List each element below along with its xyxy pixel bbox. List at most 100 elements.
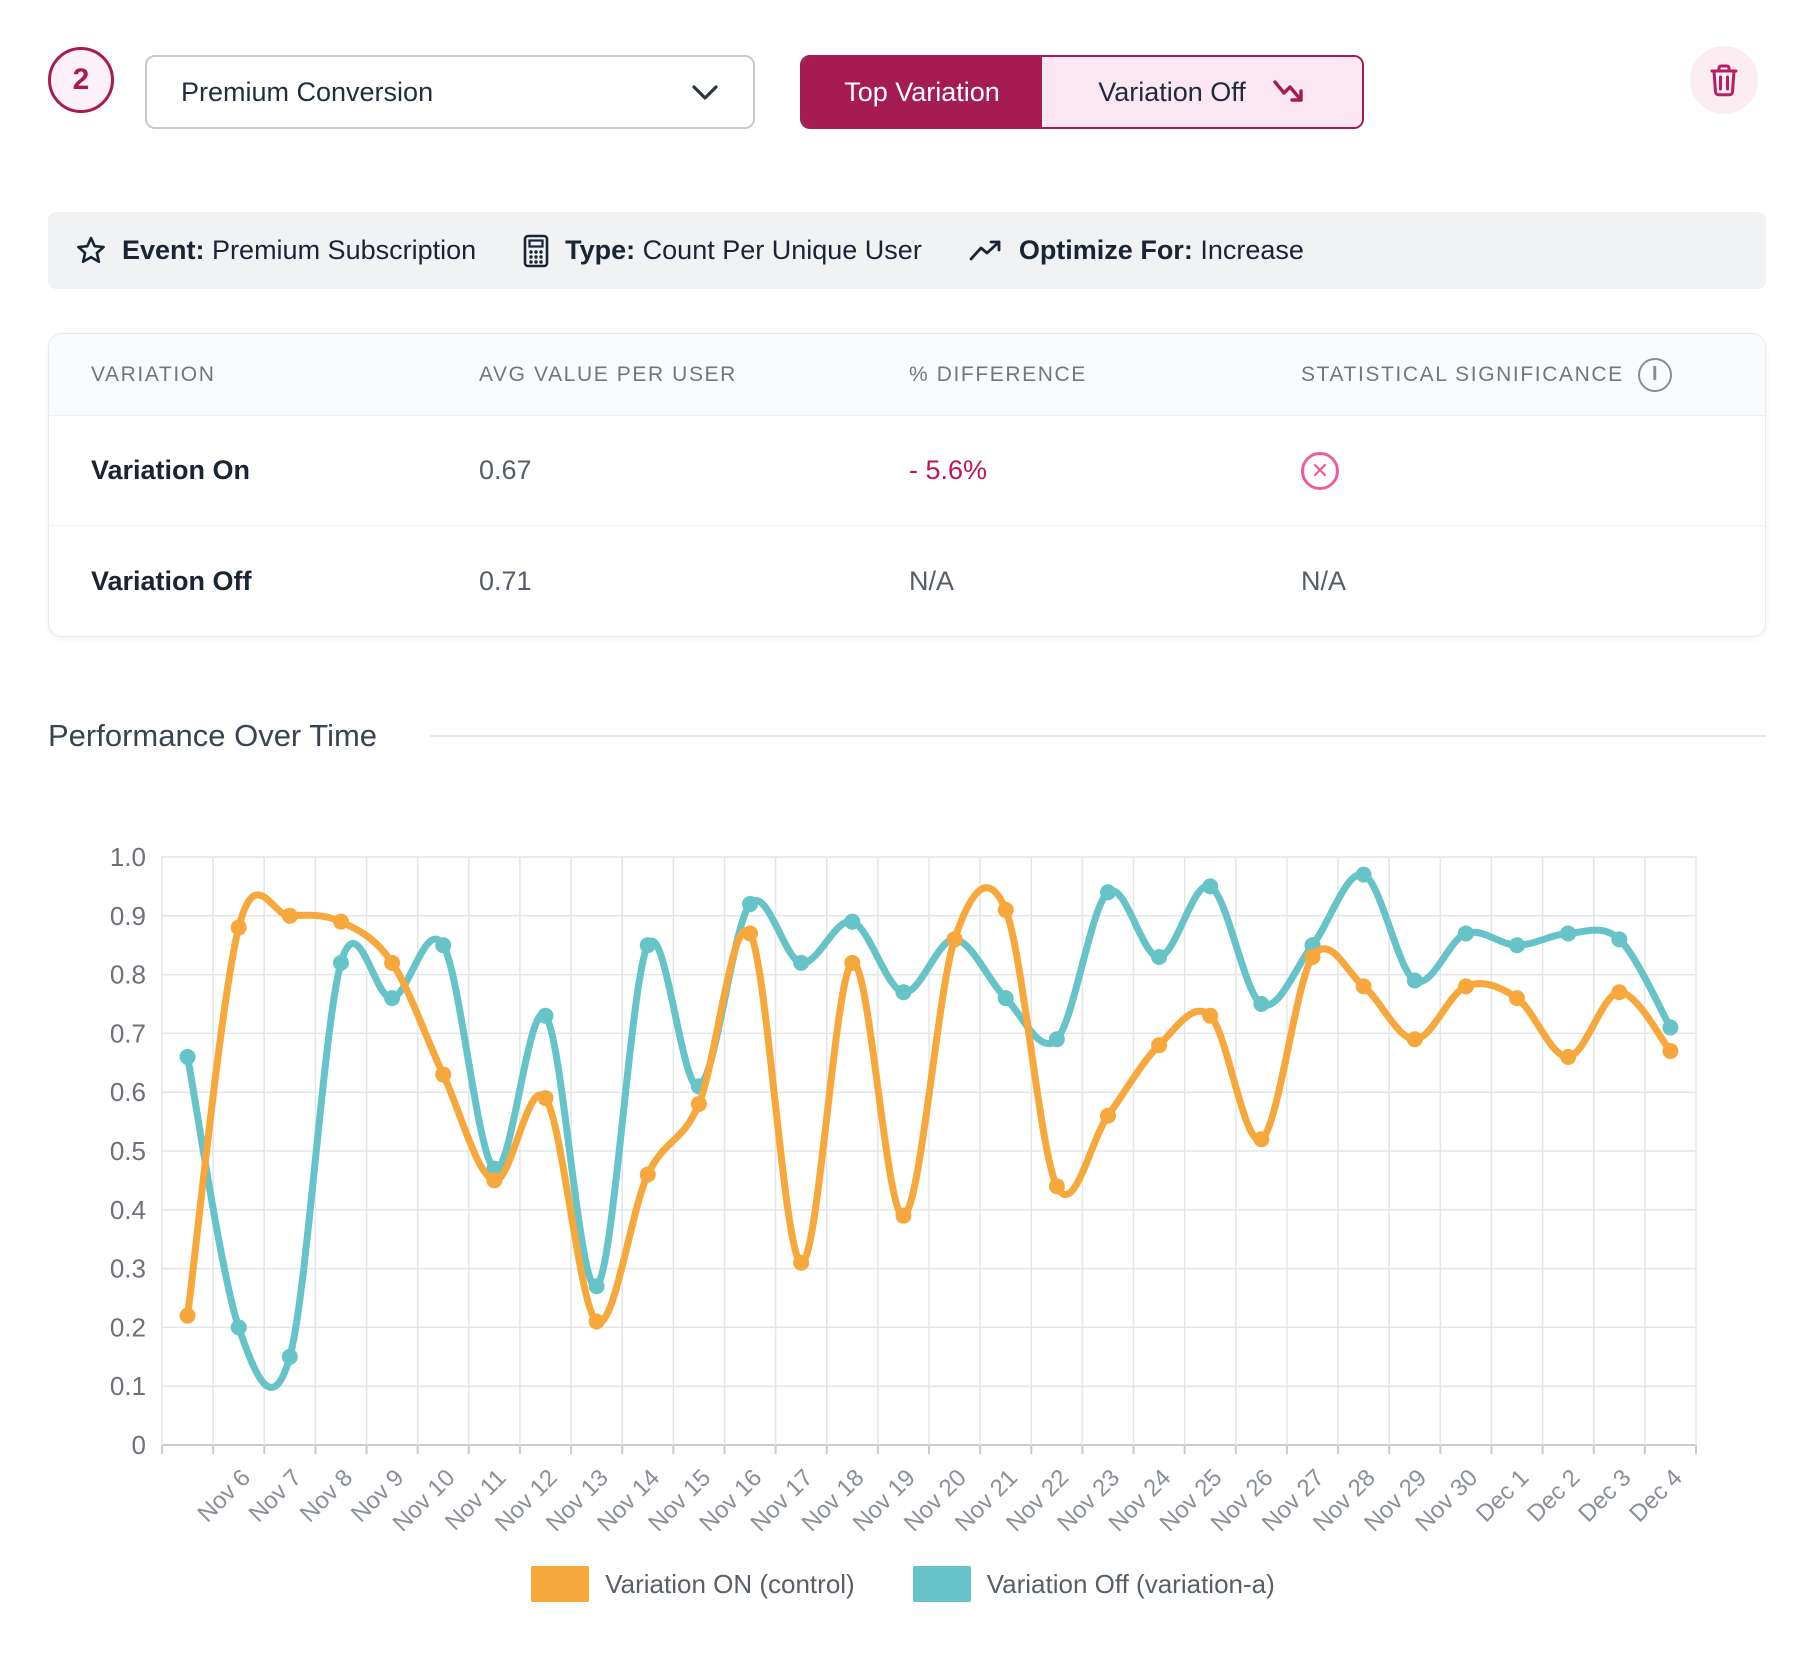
top-variation-toggle: Top Variation Variation Off: [800, 55, 1364, 129]
data-point: [435, 937, 451, 953]
top-variation-value-tab[interactable]: Variation Off: [1042, 57, 1362, 127]
legend-item[interactable]: Variation Off (variation-a): [913, 1566, 1275, 1602]
x-axis-label: Nov 7: [244, 1464, 307, 1527]
optimize-summary: Optimize For: Increase: [968, 235, 1304, 266]
data-point: [895, 1208, 911, 1224]
variation-name: Variation On: [91, 455, 479, 486]
info-icon[interactable]: i: [1638, 358, 1672, 392]
data-point: [282, 1349, 298, 1365]
data-point: [1407, 972, 1423, 988]
data-point: [844, 955, 860, 971]
data-point: [844, 914, 860, 930]
data-point: [1509, 937, 1525, 953]
y-axis-label: 0.4: [110, 1195, 146, 1225]
data-point: [538, 1090, 554, 1106]
data-point: [1202, 878, 1218, 894]
event-label: Event:: [122, 235, 205, 265]
data-point: [1662, 1043, 1678, 1059]
data-point: [282, 908, 298, 924]
type-value: Count Per Unique User: [643, 235, 922, 265]
y-axis-label: 0.6: [110, 1077, 146, 1107]
col-variation: Variation: [91, 363, 479, 387]
trend-down-zigzag-icon: [1272, 78, 1306, 106]
data-point: [231, 1319, 247, 1335]
data-point: [1356, 978, 1372, 994]
data-point: [640, 1167, 656, 1183]
x-axis-label: Dec 2: [1522, 1464, 1585, 1527]
event-summary: Event: Premium Subscription: [75, 235, 476, 267]
chart-legend: Variation ON (control) Variation Off (var…: [0, 1566, 1806, 1602]
x-axis-label: Dec 4: [1624, 1464, 1687, 1527]
data-point: [1100, 1108, 1116, 1124]
legend-label: Variation Off (variation-a): [987, 1569, 1275, 1600]
metric-dropdown-value: Premium Conversion: [181, 77, 691, 108]
col-significance: Statistical Significance i: [1301, 358, 1766, 392]
data-point: [1560, 925, 1576, 941]
y-axis-label: 0.5: [110, 1136, 146, 1166]
top-variation-value: Variation Off: [1098, 77, 1246, 108]
data-point: [1611, 931, 1627, 947]
delete-metric-button[interactable]: [1690, 46, 1758, 114]
data-point: [486, 1172, 502, 1188]
data-point: [947, 931, 963, 947]
table-row-variation-off: Variation Off 0.71 N/A N/A: [49, 526, 1765, 636]
star-icon: [75, 235, 107, 267]
data-point: [231, 920, 247, 936]
data-point: [538, 1008, 554, 1024]
significance-value: N/A: [1301, 566, 1766, 597]
data-point: [384, 955, 400, 971]
data-point: [333, 914, 349, 930]
data-point: [1305, 949, 1321, 965]
data-point: [1151, 949, 1167, 965]
data-point: [180, 1049, 196, 1065]
legend-swatch: [531, 1566, 589, 1602]
data-point: [1356, 867, 1372, 883]
top-variation-tab[interactable]: Top Variation: [802, 57, 1042, 127]
event-value: Premium Subscription: [212, 235, 476, 265]
y-axis-label: 0.1: [110, 1371, 146, 1401]
data-point: [1202, 1008, 1218, 1024]
data-point: [793, 1255, 809, 1271]
optimize-value: Increase: [1200, 235, 1304, 265]
data-point: [895, 984, 911, 1000]
metric-dropdown[interactable]: Premium Conversion: [145, 55, 755, 129]
chart-section-title: Performance Over Time: [48, 718, 377, 754]
data-point: [589, 1314, 605, 1330]
col-avg-value: Avg Value Per User: [479, 363, 909, 387]
type-label: Type:: [565, 235, 635, 265]
data-point: [384, 990, 400, 1006]
data-point: [1458, 925, 1474, 941]
type-summary: Type: Count Per Unique User: [522, 234, 922, 268]
legend-item[interactable]: Variation ON (control): [531, 1566, 855, 1602]
trash-icon: [1708, 62, 1740, 98]
legend-label: Variation ON (control): [605, 1569, 855, 1600]
data-point: [742, 925, 758, 941]
data-point: [1560, 1049, 1576, 1065]
difference-value: N/A: [909, 566, 1301, 597]
data-point: [640, 937, 656, 953]
data-point: [1049, 1178, 1065, 1194]
difference-value: - 5.6%: [909, 455, 1301, 486]
x-circle-icon: ✕: [1301, 452, 1339, 490]
data-point: [1100, 884, 1116, 900]
x-axis-label: Nov 8: [295, 1464, 358, 1527]
data-point: [742, 896, 758, 912]
data-point: [1611, 984, 1627, 1000]
legend-swatch: [913, 1566, 971, 1602]
chevron-down-icon: [691, 84, 719, 101]
metric-summary-bar: Event: Premium Subscription Type: Count …: [48, 212, 1766, 289]
data-point: [1253, 1131, 1269, 1147]
x-axis-label: Dec 3: [1573, 1464, 1636, 1527]
y-axis-label: 0.9: [110, 901, 146, 931]
y-axis-label: 0.8: [110, 960, 146, 990]
table-header-row: Variation Avg Value Per User % Differenc…: [49, 334, 1765, 416]
col-difference: % Difference: [909, 363, 1301, 387]
performance-chart: 00.10.20.30.40.50.60.70.80.91.0Nov 6Nov …: [40, 845, 1770, 1615]
section-divider: [430, 735, 1766, 737]
data-point: [589, 1278, 605, 1294]
calculator-icon: [522, 234, 550, 268]
y-axis-label: 0.3: [110, 1254, 146, 1284]
data-point: [435, 1067, 451, 1083]
variation-name: Variation Off: [91, 566, 479, 597]
trend-up-icon: [968, 238, 1004, 264]
